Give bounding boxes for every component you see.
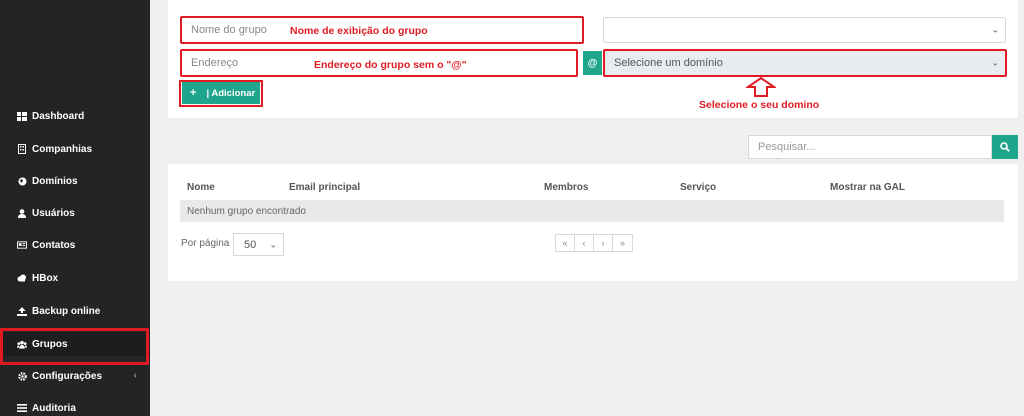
per-page-select[interactable]: 50 ⌄ — [233, 233, 284, 256]
chevron-down-icon: ⌄ — [991, 57, 999, 68]
search-icon — [1000, 142, 1010, 152]
column-header-nome[interactable]: Nome — [187, 182, 215, 193]
gear-icon — [17, 371, 27, 381]
cloud-icon — [17, 273, 27, 283]
address-placeholder: Endereço — [191, 57, 239, 69]
sidebar-item-label: Configurações — [32, 370, 103, 382]
sidebar-item-hbox[interactable]: HBox — [0, 266, 150, 290]
sidebar-item-label: Contatos — [32, 239, 76, 251]
chevron-down-icon: ⌄ — [269, 239, 277, 249]
sidebar: Dashboard Companhias Domínios Usuários C… — [0, 0, 150, 416]
domain-select[interactable]: Selecione um domínio ⌄ — [603, 49, 1007, 77]
last-page-button[interactable]: » — [613, 235, 632, 251]
at-symbol-addon: @ — [583, 51, 602, 75]
dashboard-icon — [17, 111, 27, 121]
search-input[interactable]: Pesquisar... — [748, 135, 992, 159]
per-page-label: Por página — [181, 238, 230, 249]
sidebar-item-contatos[interactable]: Contatos — [0, 233, 150, 257]
first-page-button[interactable]: « — [556, 235, 575, 251]
table-empty-row: Nenhum grupo encontrado — [180, 200, 1004, 222]
secondary-select[interactable]: ⌄ — [603, 17, 1006, 43]
add-button-highlight-box — [179, 80, 263, 107]
next-page-button[interactable]: › — [594, 235, 613, 251]
sidebar-item-label: Dashboard — [32, 110, 85, 122]
column-header-membros[interactable]: Membros — [544, 182, 588, 193]
sidebar-item-label: Companhias — [32, 143, 93, 155]
column-header-email-principal[interactable]: Email principal — [289, 182, 360, 193]
chevron-down-icon: ⌄ — [991, 24, 999, 35]
address-annotation: Endereço do grupo sem o "@" — [314, 59, 467, 71]
sidebar-item-dominios[interactable]: Domínios — [0, 169, 150, 193]
group-name-annotation: Nome de exibição do grupo — [290, 25, 428, 37]
column-header-servico[interactable]: Serviço — [680, 182, 716, 193]
domain-select-value: Selecione um domínio — [614, 57, 723, 69]
upload-icon — [17, 306, 27, 316]
sidebar-item-companhias[interactable]: Companhias — [0, 137, 150, 161]
sidebar-item-label: Usuários — [32, 207, 75, 219]
sidebar-item-backup-online[interactable]: Backup online — [0, 299, 150, 323]
search-placeholder: Pesquisar... — [758, 141, 816, 153]
search-button[interactable] — [992, 135, 1018, 159]
empty-message: Nenhum grupo encontrado — [187, 205, 306, 217]
chevron-left-icon: ‹ — [133, 370, 137, 381]
sidebar-item-label: Domínios — [32, 175, 78, 187]
list-icon — [17, 403, 27, 413]
sidebar-item-label: Backup online — [32, 305, 101, 317]
up-arrow-annotation-icon — [746, 77, 776, 97]
domain-annotation: Selecione o seu domino — [699, 99, 820, 111]
contact-card-icon — [17, 240, 27, 250]
building-icon — [17, 144, 27, 154]
sidebar-item-dashboard[interactable]: Dashboard — [0, 104, 150, 128]
column-header-mostrar-na-gal[interactable]: Mostrar na GAL — [830, 182, 905, 193]
previous-page-button[interactable]: ‹ — [575, 235, 594, 251]
group-name-placeholder: Nome do grupo — [191, 24, 267, 36]
globe-icon — [17, 176, 27, 186]
sidebar-item-label: HBox — [32, 272, 59, 284]
sidebar-item-usuarios[interactable]: Usuários — [0, 201, 150, 225]
sidebar-item-label: Auditoria — [32, 402, 76, 414]
pagination: « ‹ › » — [555, 234, 633, 252]
grupos-highlight-box — [0, 328, 149, 365]
sidebar-item-auditoria[interactable]: Auditoria — [0, 396, 150, 416]
per-page-value: 50 — [244, 238, 257, 251]
sidebar-item-configuracoes[interactable]: Configurações ‹ — [0, 364, 150, 388]
user-icon — [17, 208, 27, 218]
